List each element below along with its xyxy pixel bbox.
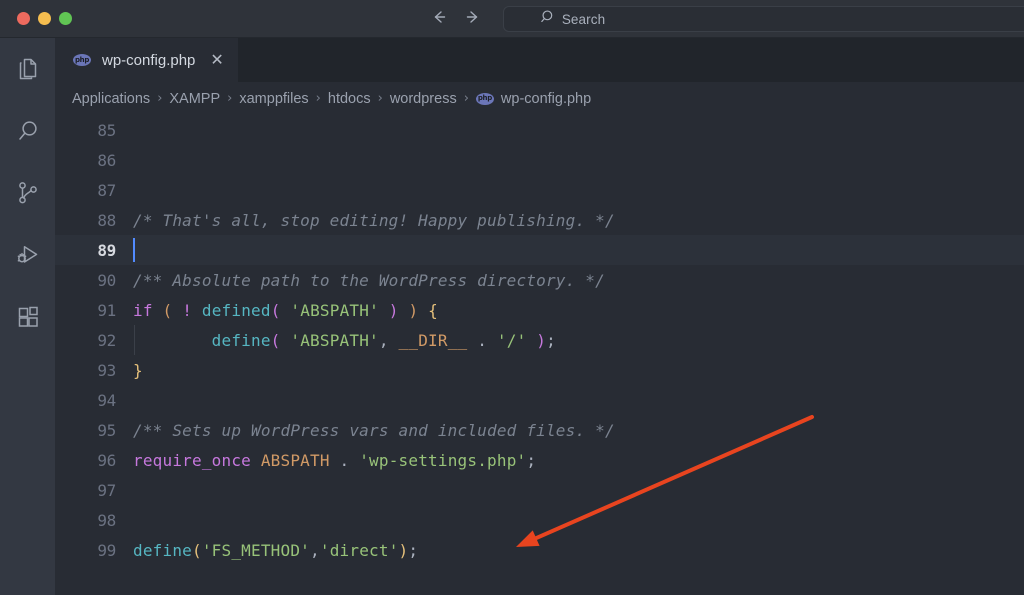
vscode-window: Search php wp-config.php ✕ Applications … — [0, 0, 1024, 595]
line-number: 85 — [97, 120, 116, 140]
sidebar-item-run-and-debug[interactable] — [0, 230, 55, 280]
breadcrumb-item-xampp[interactable]: XAMPP — [169, 91, 220, 107]
line-number: 90 — [97, 270, 116, 290]
chevron-right-icon: › — [315, 91, 321, 106]
sidebar-item-explorer[interactable] — [0, 44, 55, 94]
breadcrumb-item-xamppfiles[interactable]: xamppfiles — [239, 91, 308, 107]
code-line[interactable]: 93} — [55, 355, 1024, 385]
source-control-icon — [15, 180, 41, 206]
run-debug-icon — [15, 242, 41, 268]
code-text: /** Absolute path to the WordPress direc… — [133, 270, 605, 290]
code-line[interactable]: 92 define( 'ABSPATH', __DIR__ . '/' ); — [55, 325, 1024, 355]
code-line[interactable]: 94 — [55, 385, 1024, 415]
search-placeholder: Search — [561, 11, 606, 27]
code-line[interactable]: 96 require_once ABSPATH . 'wp-settings.ph… — [55, 445, 1024, 475]
code-line[interactable]: 89 — [55, 235, 1024, 265]
line-number: 95 — [97, 420, 116, 440]
breadcrumb-file-label: wp-config.php — [500, 90, 592, 107]
code-text: /* That's all, stop editing! Happy publi… — [133, 210, 615, 230]
code-text: define( 'ABSPATH', __DIR__ . '/' ); — [211, 330, 556, 350]
code-text: /** Sets up WordPress vars and included … — [133, 420, 615, 440]
search-icon — [541, 9, 556, 29]
chevron-right-icon: › — [463, 91, 469, 106]
breadcrumb-item-wordpress[interactable]: wordpress — [390, 91, 457, 107]
indent-guide — [134, 325, 135, 355]
tab-bar: php wp-config.php ✕ — [55, 38, 1024, 82]
tab-wp-config-php[interactable]: php wp-config.php ✕ — [55, 38, 238, 82]
code-line[interactable]: 90 /** Absolute path to the WordPress dir… — [55, 265, 1024, 295]
files-icon — [15, 56, 41, 82]
search-icon — [15, 118, 41, 144]
code-line[interactable]: 85 — [55, 115, 1024, 145]
line-number: 98 — [97, 510, 116, 530]
code-line[interactable]: 97 — [55, 475, 1024, 505]
chevron-right-icon: › — [377, 91, 383, 106]
line-number: 91 — [97, 300, 116, 320]
text-cursor — [133, 238, 135, 262]
line-number: 94 — [97, 390, 116, 410]
php-icon-text: php — [74, 55, 90, 64]
close-window-button[interactable] — [17, 12, 30, 25]
traffic-lights — [17, 12, 72, 25]
minimize-window-button[interactable] — [38, 12, 51, 25]
title-bar: Search — [0, 0, 1024, 38]
tab-label: wp-config.php — [102, 51, 196, 69]
arrow-left-icon[interactable] — [430, 8, 448, 26]
code-text: define('FS_METHOD','direct'); — [133, 540, 419, 560]
line-number: 92 — [97, 330, 116, 350]
sidebar-item-source-control[interactable] — [0, 168, 55, 218]
code-line[interactable]: 98 — [55, 505, 1024, 535]
php-icon-text: php — [477, 94, 492, 102]
code-line[interactable]: 99 define('FS_METHOD','direct'); — [55, 535, 1024, 565]
line-number: 96 — [97, 450, 116, 470]
sidebar-item-extensions[interactable] — [0, 292, 55, 342]
code-text: } — [133, 360, 143, 380]
php-file-icon: php — [73, 54, 91, 66]
line-number: 86 — [97, 150, 116, 170]
code-line[interactable]: 86 — [55, 145, 1024, 175]
sidebar-item-search[interactable] — [0, 106, 55, 156]
navigation-arrows — [430, 8, 482, 26]
breadcrumb-item-applications[interactable]: Applications — [72, 91, 150, 107]
line-number: 89 — [97, 240, 116, 260]
line-number: 87 — [97, 180, 116, 200]
maximize-window-button[interactable] — [59, 12, 72, 25]
code-line[interactable]: 95 /** Sets up WordPress vars and include… — [55, 415, 1024, 445]
search-input[interactable]: Search — [503, 6, 1024, 32]
code-editor[interactable]: 85 86 87 88 /* That's all, stop editing! Hap… — [55, 115, 1024, 595]
code-line[interactable]: 87 — [55, 175, 1024, 205]
activity-bar — [0, 38, 55, 595]
php-file-icon: php — [475, 92, 494, 105]
code-line[interactable]: 91 if ( ! defined( 'ABSPATH' ) ) { — [55, 295, 1024, 325]
breadcrumb-item-htdocs[interactable]: htdocs — [328, 91, 371, 107]
code-text: if ( ! defined( 'ABSPATH' ) ) { — [133, 300, 438, 320]
extensions-icon — [15, 304, 41, 330]
line-number: 97 — [97, 480, 116, 500]
close-icon[interactable]: ✕ — [210, 52, 223, 68]
chevron-right-icon: › — [227, 91, 233, 106]
line-number: 88 — [97, 210, 116, 230]
breadcrumb: Applications › XAMPP › xamppfiles › htdo… — [55, 82, 1024, 115]
breadcrumb-item-file[interactable]: php wp-config.php — [475, 90, 592, 107]
arrow-right-icon[interactable] — [464, 8, 482, 26]
chevron-right-icon: › — [157, 91, 163, 106]
line-number: 93 — [97, 360, 116, 380]
code-text: require_once ABSPATH . 'wp-settings.php'… — [133, 450, 537, 470]
code-line[interactable]: 88 /* That's all, stop editing! Happy pub… — [55, 205, 1024, 235]
line-number: 99 — [97, 540, 116, 560]
